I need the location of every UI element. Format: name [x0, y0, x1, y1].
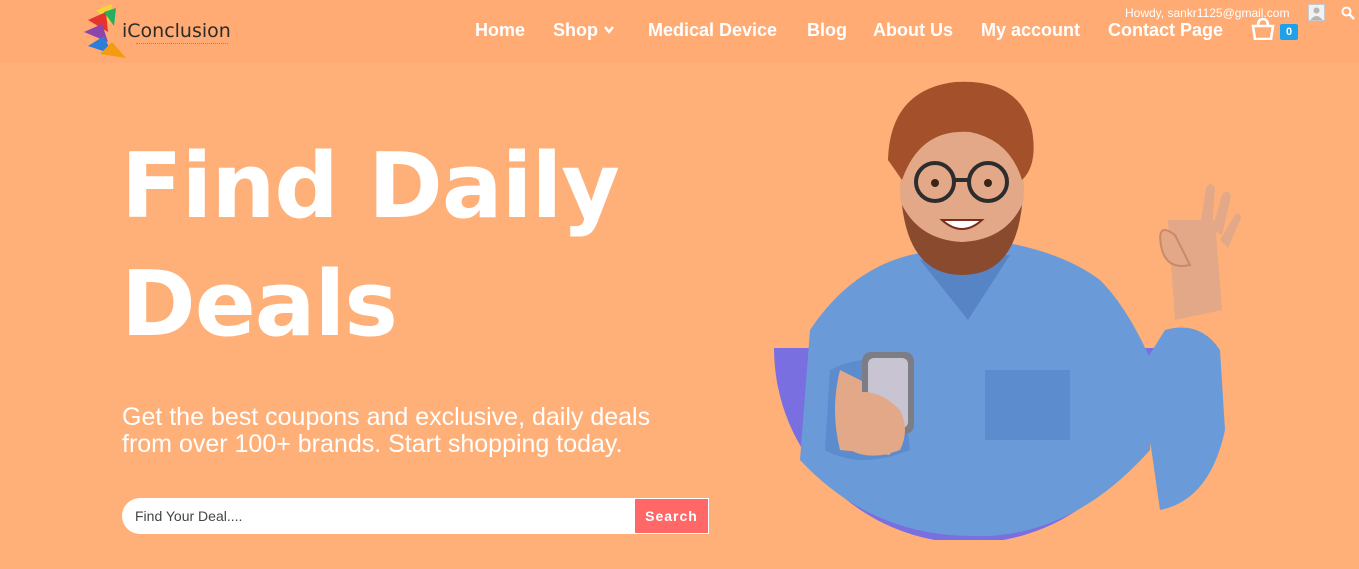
deal-search-button[interactable]: Search — [634, 498, 709, 534]
logo-tagline — [136, 43, 228, 45]
logo-text: iConclusion — [122, 20, 231, 42]
nav-contact-page[interactable]: Contact Page — [1108, 18, 1223, 42]
hero-subtitle-line2: from over 100+ brands. Start shopping to… — [122, 430, 623, 458]
nav-blog[interactable]: Blog — [807, 18, 847, 42]
site-header: iConclusion Home Shop Medical Device Blo… — [0, 0, 1359, 63]
nav-medical-device[interactable]: Medical Device — [648, 18, 777, 42]
cart-count-badge[interactable]: 0 — [1280, 24, 1298, 40]
nav-my-account[interactable]: My account — [981, 18, 1080, 42]
deal-search-input[interactable] — [122, 498, 634, 534]
hero-subtitle-line1: Get the best coupons and exclusive, dail… — [122, 403, 651, 431]
hero-title: Find Daily Deals — [121, 128, 721, 364]
hero-title-line2: Deals — [121, 252, 398, 357]
hero-person-image — [774, 81, 1241, 540]
nav-shop-label: Shop — [553, 20, 598, 40]
nav-shop[interactable]: Shop — [553, 18, 614, 42]
hero-subtitle: Get the best coupons and exclusive, dail… — [122, 404, 742, 458]
shopping-bag-icon[interactable] — [1250, 18, 1276, 40]
user-avatar[interactable] — [1308, 4, 1325, 21]
deal-search-form: Search — [122, 498, 709, 534]
chevron-down-icon — [604, 26, 614, 34]
hero-title-line1: Find Daily — [121, 134, 620, 239]
nav-home[interactable]: Home — [475, 18, 525, 42]
search-icon[interactable] — [1341, 6, 1355, 20]
avatar-icon — [1310, 7, 1323, 20]
nav-about-us[interactable]: About Us — [873, 18, 953, 42]
